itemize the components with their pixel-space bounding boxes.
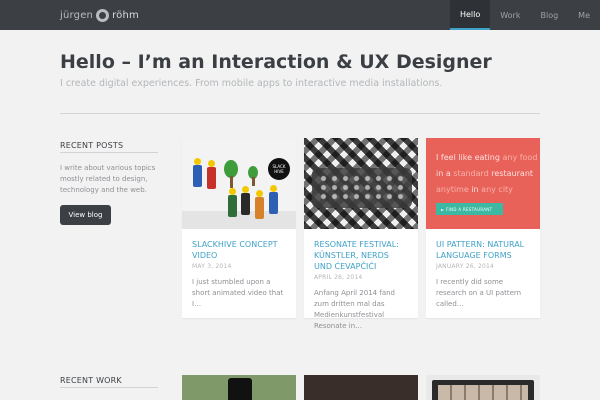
page-title: Hello – I’m an Interaction & UX Designer bbox=[60, 51, 492, 73]
post-thumbnail[interactable]: SLACK HIVE bbox=[182, 138, 296, 229]
work-thumbnail[interactable] bbox=[426, 375, 540, 400]
logo-first-name: jürgen bbox=[60, 9, 94, 21]
nav-item-me[interactable]: Me bbox=[568, 0, 600, 30]
post-title[interactable]: SLACKHIVE CONCEPT VIDEO bbox=[192, 239, 286, 261]
recent-posts-heading: RECENT POSTS bbox=[60, 141, 158, 153]
post-date: JANUARY 26, 2014 bbox=[436, 263, 495, 270]
post-date: MAY 3, 2014 bbox=[192, 263, 232, 270]
post-card[interactable]: RESONATE FESTIVAL: KÜNSTLER, NERDS UND Ć… bbox=[304, 138, 418, 330]
logo-mark-icon bbox=[96, 8, 110, 22]
post-date: APRIL 26, 2014 bbox=[314, 274, 363, 281]
phone-icon bbox=[228, 378, 252, 400]
work-thumbnail[interactable] bbox=[304, 375, 418, 400]
logo-last-name: röhm bbox=[112, 9, 139, 21]
post-card[interactable]: SLACK HIVE SLACKHIVE CONCEPT VIDEO MAY 3… bbox=[182, 138, 296, 318]
post-title[interactable]: UI PATTERN: NATURAL LANGUAGE FORMS bbox=[436, 239, 530, 261]
divider bbox=[60, 113, 540, 114]
post-thumbnail[interactable]: I feel like eating any food in a standar… bbox=[426, 138, 540, 229]
nav-item-hello[interactable]: Hello bbox=[449, 0, 491, 30]
find-restaurant-button: ► FIND A RESTAURANT bbox=[436, 203, 503, 215]
page-subtitle: I create digital experiences. From mobil… bbox=[60, 78, 443, 89]
post-excerpt: I just stumbled upon a short animated vi… bbox=[192, 278, 284, 308]
nav-item-work[interactable]: Work bbox=[490, 0, 530, 30]
view-blog-button[interactable]: View blog bbox=[60, 205, 111, 225]
natural-language-form: I feel like eating any food in a standar… bbox=[436, 153, 538, 194]
site-logo[interactable]: jürgen röhm bbox=[60, 7, 139, 23]
nav-item-blog[interactable]: Blog bbox=[530, 0, 568, 30]
work-thumbnail[interactable] bbox=[182, 375, 296, 400]
post-thumbnail[interactable] bbox=[304, 138, 418, 229]
top-bar: jürgen röhm Hello Work Blog Me bbox=[0, 0, 600, 30]
post-title[interactable]: RESONATE FESTIVAL: KÜNSTLER, NERDS UND Ć… bbox=[314, 239, 408, 272]
recent-posts-description: I write about various topics mostly rela… bbox=[60, 164, 156, 194]
recent-work-heading: RECENT WORK bbox=[60, 376, 158, 388]
slackhive-logo: SLACK HIVE bbox=[268, 158, 290, 180]
post-excerpt: Anfang April 2014 fand zum dritten mal d… bbox=[314, 289, 395, 330]
main-nav: Hello Work Blog Me bbox=[449, 0, 600, 30]
post-excerpt: I recently did some research on a UI pat… bbox=[436, 278, 522, 308]
post-card[interactable]: I feel like eating any food in a standar… bbox=[426, 138, 540, 318]
